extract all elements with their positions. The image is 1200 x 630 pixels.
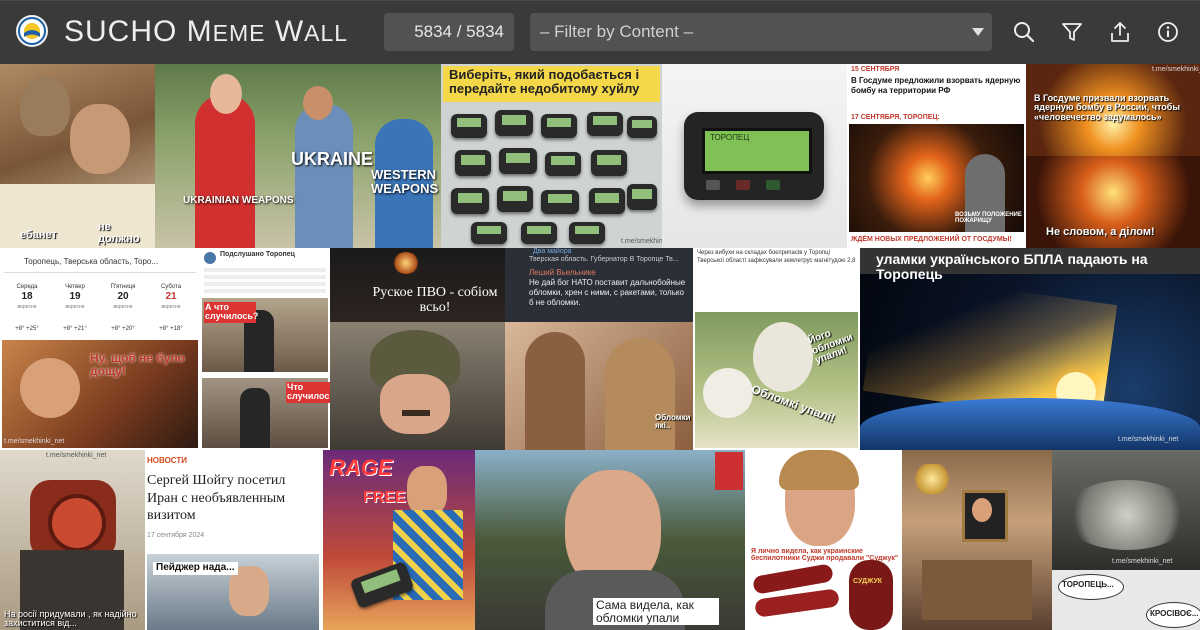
chevron-down-icon	[972, 28, 984, 36]
meme-caption: Руское ПВО - собіом всьо!	[372, 285, 498, 315]
watermark: t.me/smekhinki_net	[1112, 558, 1173, 565]
filter-icon[interactable]	[1058, 18, 1086, 46]
meme-tile[interactable]: В Госдуме призвали взорвать ядерную бомб…	[1026, 64, 1200, 248]
meme-tile[interactable]: Облом­ки які..	[505, 322, 693, 450]
meme-tile[interactable]: Я лично видела, как украинские беспилотн…	[745, 450, 902, 630]
info-icon[interactable]	[1154, 18, 1182, 46]
meme-tile[interactable]: Подслушано Торопец А что случилось? Что …	[200, 248, 330, 450]
meme-caption: FREE!	[363, 489, 411, 506]
meme-tile[interactable]	[330, 322, 505, 450]
meme-caption: ВОЗЬМУ ПОЛОЖЕНИЕ ПОЖАРИЩУ	[955, 212, 1022, 225]
meme-caption: не должно	[98, 221, 140, 245]
app-header: SUCHO MEME WALL 5834 / 5834 – Filter by …	[0, 0, 1200, 64]
meme-tile[interactable]: ТОРОПЕЦ	[662, 64, 847, 248]
meme-caption: А что случилось?	[204, 302, 259, 323]
product-label: СУДЖУК	[853, 578, 883, 585]
news-section: НОВОСТИ	[147, 456, 188, 465]
news-headline: Сергей Шойгу посетил Иран с необъявленны…	[147, 473, 286, 523]
meme-text: 15 СЕНТЯБРЯ	[851, 66, 900, 73]
message-author: Леший Вьельнике	[529, 268, 596, 277]
meme-text: 17 СЕНТЯБРЯ, ТОРОПЕЦ:	[851, 114, 940, 121]
meme-caption: UKRAINIAN WEAPONS	[183, 195, 294, 206]
meme-tile[interactable]: UKRAINE WESTERN WEAPONS UKRAINIAN WEAPON…	[155, 64, 441, 248]
meme-caption: WESTERN WEAPONS	[371, 167, 439, 196]
meme-caption: ебанет	[20, 229, 57, 241]
meme-tile[interactable]: t.me/smekhinki_net	[1052, 450, 1200, 570]
weather-cell: вересня	[161, 304, 181, 310]
meme-text: ЖДЁМ НОВЫХ ПРЕДЛОЖЕНИЙ ОТ ГОСДУМЫ!	[851, 236, 1012, 243]
meme-caption: RAGE	[329, 455, 393, 480]
weather-cell: 20	[117, 291, 129, 302]
sucho-logo[interactable]	[16, 15, 48, 47]
meme-tile[interactable]: ебанет не должно	[0, 64, 155, 248]
meme-caption: уламки українського БПЛА падають на Торо…	[876, 251, 1148, 282]
meme-caption: В Госдуме призвали взорвать ядерную бомб…	[1034, 93, 1181, 122]
post-author: Подслушано Торопец	[220, 251, 295, 258]
meme-tile[interactable]: ТОРОПЕЦЬ... КРОСІВОЄ...	[1052, 570, 1200, 630]
search-icon[interactable]	[1010, 18, 1038, 46]
weather-cell: 21	[165, 291, 177, 302]
app-title: SUCHO MEME WALL	[64, 15, 349, 48]
filter-select-label: – Filter by Content –	[540, 22, 694, 41]
meme-tile[interactable]: уламки українського БПЛА падають на Торо…	[860, 248, 1200, 450]
item-counter: 5834 / 5834	[384, 13, 514, 51]
meme-text: В Госдуме предложили взорвать ядерную бо…	[851, 76, 1021, 95]
meme-caption: На росії придумали , як надійно захистит…	[4, 609, 137, 629]
meme-tile[interactable]	[902, 450, 1052, 630]
meme-tile[interactable]: НОВОСТИ Сергей Шойгу посетил Иран с необ…	[145, 450, 323, 630]
watermark: t.me/smekhinki_net	[4, 438, 65, 445]
watermark: t.me/smekhinki_net	[1152, 66, 1200, 73]
watermark: t.me/smekhinki_net	[46, 452, 107, 459]
meme-caption: Сама видела, как обломки упали	[593, 598, 719, 626]
message-text: Не дай бог НАТО поставит дальнобойные об…	[529, 278, 686, 307]
weather-search-text: Торопець, Тверська область, Торо...	[24, 257, 159, 266]
meme-caption: Не словом, а ділом!	[1046, 226, 1155, 238]
meme-caption: Облом­ки які..	[655, 413, 691, 431]
weather-cell: 18	[21, 291, 33, 302]
news-date: 17 сентября 2024	[147, 532, 205, 539]
weather-cell: +8° +20°	[111, 326, 135, 332]
weather-cell: вересня	[113, 304, 133, 310]
weather-cell: +8° +25°	[15, 326, 39, 332]
meme-caption: Что случилось?	[286, 382, 330, 403]
share-icon[interactable]	[1106, 18, 1134, 46]
post-text: Через вибухи на складах боєприпасів у То…	[697, 250, 856, 264]
meme-caption: Ну, щоб не було дощу!	[90, 351, 185, 378]
weather-cell: +8° +18°	[159, 326, 183, 332]
weather-cell: вересня	[65, 304, 85, 310]
watermark: t.me/smekhinki_net	[621, 238, 662, 245]
meme-caption: Пейджер нада...	[153, 562, 238, 575]
meme-tile[interactable]: RAGE FREE!	[323, 450, 475, 630]
speech-bubble: КРОСІВОЄ...	[1150, 609, 1199, 618]
meme-tile[interactable]: Через вибухи на складах боєприпасів у То…	[693, 248, 860, 450]
content-filter-select[interactable]: – Filter by Content –	[530, 13, 992, 51]
weather-cell: +8° +21°	[63, 326, 87, 332]
meme-tile[interactable]: Торопець, Тверська область, Торо... Сере…	[0, 248, 200, 450]
weather-cell: 19	[69, 291, 81, 302]
meme-tile[interactable]: Сама видела, как обломки упали	[475, 450, 745, 630]
meme-tile[interactable]: Руское ПВО - собіом всьо!	[330, 248, 505, 322]
meme-caption: Виберіть, який подобається і передайте н…	[449, 67, 640, 96]
pager-screen-text: ТОРОПЕЦ	[710, 133, 750, 142]
speech-bubble: ТОРОПЕЦЬ...	[1062, 580, 1114, 589]
meme-tile[interactable]: Два майора Тверская область. Губернатор …	[505, 248, 693, 322]
meme-tile[interactable]: Виберіть, який подобається і передайте н…	[441, 64, 662, 248]
watermark: t.me/smekhinki_net	[1118, 436, 1179, 443]
meme-caption: UKRAINE	[291, 149, 374, 169]
message-text: Тверская область. Губернатор В Торопце Т…	[529, 256, 679, 263]
weather-cell: вересня	[17, 304, 37, 310]
meme-tile[interactable]: 15 СЕНТЯБРЯ В Госдуме предложили взорват…	[847, 64, 1026, 248]
meme-tile[interactable]: На росії придумали , як надійно захистит…	[0, 450, 145, 630]
